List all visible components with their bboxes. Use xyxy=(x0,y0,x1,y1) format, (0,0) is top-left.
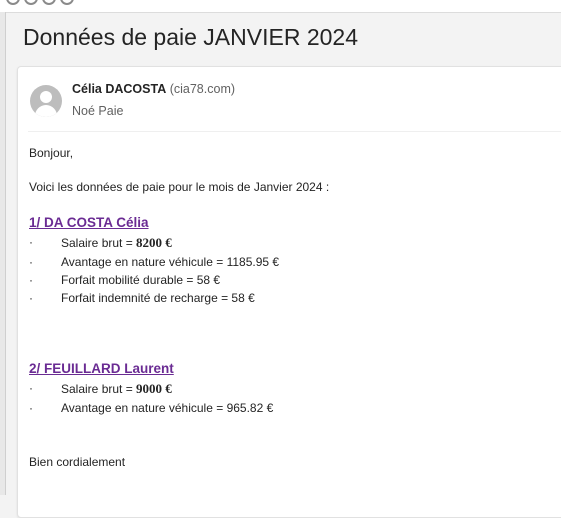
sender-avatar-icon[interactable] xyxy=(30,85,62,117)
bullet: · xyxy=(29,401,33,415)
bullet: · xyxy=(29,235,33,249)
top-toolbar-strip xyxy=(0,0,561,13)
sender-line: Célia DACOSTA (cia78.com) xyxy=(72,82,235,96)
section-title-feuillard[interactable]: 2/ FEUILLARD Laurent xyxy=(29,361,174,376)
left-panel-edge xyxy=(0,12,6,495)
bullet: · xyxy=(29,381,33,395)
item-value: 9000 € xyxy=(136,381,172,396)
bullet: · xyxy=(29,291,33,305)
item-label: Avantage en nature véhicule = 1185.95 € xyxy=(61,255,280,269)
item-label: Avantage en nature véhicule = 965.82 € xyxy=(61,401,274,415)
sender-name[interactable]: Célia DACOSTA xyxy=(72,82,166,96)
closing: Bien cordialement xyxy=(29,455,126,469)
avatar-icon[interactable] xyxy=(6,0,20,5)
recipient-name[interactable]: Noé Paie xyxy=(72,104,123,118)
intro-paragraph: Voici les données de paie pour le mois d… xyxy=(29,180,330,194)
section-title-da-costa[interactable]: 1/ DA COSTA Célia xyxy=(29,215,149,230)
item-label: Forfait indemnité de recharge = 58 € xyxy=(61,291,255,305)
item-value: 8200 € xyxy=(136,235,172,250)
avatar-icon[interactable] xyxy=(24,0,38,5)
item-label: Salaire brut = xyxy=(61,382,137,396)
bullet: · xyxy=(29,255,33,269)
header-divider xyxy=(28,131,561,132)
bullet: · xyxy=(29,273,33,287)
participant-avatars xyxy=(6,0,74,5)
sender-domain: (cia78.com) xyxy=(169,82,236,96)
avatar-icon[interactable] xyxy=(42,0,56,5)
email-message-card: Célia DACOSTA (cia78.com) Noé Paie Bonjo… xyxy=(17,66,561,518)
item-label: Salaire brut = xyxy=(61,236,137,250)
greeting: Bonjour, xyxy=(29,146,74,160)
avatar-icon[interactable] xyxy=(60,0,74,5)
item-label: Forfait mobilité durable = 58 € xyxy=(61,273,221,287)
email-subject: Données de paie JANVIER 2024 xyxy=(23,24,358,50)
